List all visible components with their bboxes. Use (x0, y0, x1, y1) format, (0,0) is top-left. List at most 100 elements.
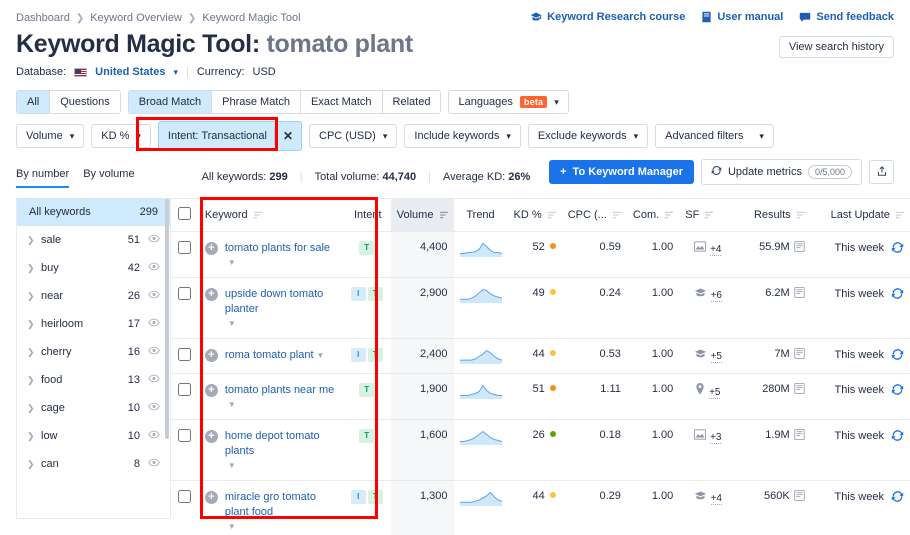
sf-more-count[interactable]: +5 (709, 387, 721, 399)
column-header-cpc[interactable]: CPC (... (561, 198, 627, 232)
breadcrumb-item-dashboard[interactable]: Dashboard (16, 12, 70, 24)
volume-filter-dropdown[interactable]: Volume ▾ (16, 124, 85, 148)
intent-badge-t[interactable]: T (359, 429, 375, 443)
serp-document-icon[interactable] (794, 348, 805, 362)
remove-intent-filter-icon[interactable]: ✕ (273, 127, 301, 145)
column-header-keyword[interactable]: Keyword (198, 198, 345, 232)
view-search-history-button[interactable]: View search history (778, 36, 894, 58)
to-keyword-manager-button[interactable]: + To Keyword Manager (549, 160, 694, 184)
sidebar-item-sale[interactable]: ❯ sale 51 (17, 226, 170, 254)
user-manual-link[interactable]: User manual (701, 11, 783, 23)
kd-filter-dropdown[interactable]: KD % ▾ (91, 124, 151, 148)
update-metrics-button[interactable]: Update metrics 0/5,000 (700, 159, 862, 185)
eye-icon[interactable] (148, 430, 160, 442)
row-checkbox[interactable] (178, 383, 192, 396)
chevron-down-icon[interactable]: ▼ (228, 400, 236, 409)
add-keyword-icon[interactable]: + (204, 384, 218, 397)
select-all-checkbox[interactable] (178, 207, 192, 220)
eye-icon[interactable] (148, 290, 160, 302)
include-keywords-dropdown[interactable]: Include keywords ▾ (404, 124, 521, 148)
refresh-icon[interactable] (891, 430, 904, 445)
serp-document-icon[interactable] (794, 429, 805, 443)
chevron-down-icon[interactable]: ▼ (228, 522, 236, 531)
tab-by-volume[interactable]: By volume (83, 168, 134, 188)
column-header-results[interactable]: Results (736, 198, 811, 232)
database-selector[interactable]: United States (95, 66, 165, 78)
sf-more-count[interactable]: +3 (710, 432, 722, 444)
intent-badge-t[interactable]: T (359, 383, 375, 397)
column-header-last-update[interactable]: Last Update (810, 198, 910, 232)
send-feedback-link[interactable]: Send feedback (799, 11, 894, 23)
sf-more-count[interactable]: +5 (710, 351, 722, 363)
chevron-down-icon[interactable]: ▼ (228, 258, 236, 267)
refresh-icon[interactable] (891, 384, 904, 399)
intent-filter-chip[interactable]: Intent: Transactional ✕ (157, 121, 303, 151)
tab-by-number[interactable]: By number (16, 168, 70, 188)
table-row[interactable]: + tomato plants near me ▼ T 1,900 51 1.11 1.00 +… (171, 373, 910, 420)
add-keyword-icon[interactable]: + (204, 430, 218, 443)
eye-icon[interactable] (148, 262, 160, 274)
table-row[interactable]: + miracle gro tomato plant food▼ I T 1,300 44… (171, 480, 910, 535)
intent-badge-t[interactable]: T (367, 348, 383, 362)
sidebar-item-cage[interactable]: ❯ cage 10 (17, 394, 170, 422)
breadcrumb-item-keyword-magic-tool[interactable]: Keyword Magic Tool (202, 12, 300, 24)
refresh-icon[interactable] (891, 242, 904, 257)
keyword-link[interactable]: miracle gro tomato plant food (225, 490, 339, 520)
chevron-down-icon[interactable]: ▼ (228, 461, 236, 470)
intent-badge-i[interactable]: I (350, 348, 366, 362)
eye-icon[interactable] (148, 458, 160, 470)
sidebar-item-heirloom[interactable]: ❯ heirloom 17 (17, 310, 170, 338)
chevron-down-icon[interactable]: ▼ (317, 351, 325, 360)
keyword-link[interactable]: home depot tomato plants (225, 429, 339, 459)
refresh-icon[interactable] (891, 491, 904, 506)
export-button[interactable] (869, 160, 894, 184)
table-row[interactable]: + upside down tomato planter▼ I T 2,900 49 0.2… (171, 277, 910, 339)
sf-more-count[interactable]: +6 (710, 290, 722, 302)
serp-document-icon[interactable] (794, 287, 805, 301)
breadcrumb-item-keyword-overview[interactable]: Keyword Overview (90, 12, 182, 24)
filter-exact-match[interactable]: Exact Match (301, 91, 383, 113)
refresh-icon[interactable] (891, 349, 904, 364)
chevron-down-icon[interactable]: ▾ (173, 67, 178, 78)
sidebar-scrollbar[interactable] (165, 199, 169, 439)
keyword-link[interactable]: tomato plants for sale (225, 241, 330, 256)
add-keyword-icon[interactable]: + (204, 242, 218, 255)
sidebar-item-near[interactable]: ❯ near 26 (17, 282, 170, 310)
sidebar-item-can[interactable]: ❯ can 8 (17, 450, 170, 478)
row-checkbox[interactable] (178, 490, 192, 503)
intent-badge-i[interactable]: I (350, 287, 366, 301)
column-header-sf[interactable]: SF (679, 198, 737, 232)
filter-questions[interactable]: Questions (50, 91, 120, 113)
table-row[interactable]: + home depot tomato plants▼ T 1,600 26 0.18 1.… (171, 419, 910, 481)
table-row[interactable]: + roma tomato plant ▼ I T 2,400 44 0.53 1.00 +5 7M… (171, 338, 910, 374)
serp-document-icon[interactable] (794, 241, 805, 255)
row-checkbox[interactable] (178, 429, 192, 442)
intent-badge-t[interactable]: T (367, 490, 383, 504)
sidebar-item-low[interactable]: ❯ low 10 (17, 422, 170, 450)
eye-icon[interactable] (148, 234, 160, 246)
intent-badge-i[interactable]: I (350, 490, 366, 504)
advanced-filters-dropdown[interactable]: Advanced filters ▾ (655, 124, 774, 148)
sidebar-item-food[interactable]: ❯ food 13 (17, 366, 170, 394)
row-checkbox[interactable] (178, 241, 192, 254)
eye-icon[interactable] (148, 346, 160, 358)
filter-broad-match[interactable]: Broad Match (128, 91, 213, 113)
serp-document-icon[interactable] (794, 490, 805, 504)
languages-dropdown[interactable]: Languages beta ▾ (448, 90, 569, 114)
column-header-kd[interactable]: KD % (507, 198, 562, 232)
eye-icon[interactable] (148, 402, 160, 414)
sidebar-item-buy[interactable]: ❯ buy 42 (17, 254, 170, 282)
chevron-down-icon[interactable]: ▼ (228, 319, 236, 328)
row-checkbox[interactable] (178, 287, 192, 300)
row-checkbox[interactable] (178, 348, 192, 361)
keyword-link[interactable]: tomato plants near me (225, 383, 334, 398)
keyword-research-course-link[interactable]: Keyword Research course (530, 11, 685, 23)
filter-all[interactable]: All (17, 91, 51, 113)
sf-more-count[interactable]: +4 (710, 493, 722, 505)
intent-badge-t[interactable]: T (367, 287, 383, 301)
sf-more-count[interactable]: +4 (710, 244, 722, 256)
table-row[interactable]: + tomato plants for sale ▼ T 4,400 52 0.59 1.00… (171, 231, 910, 278)
eye-icon[interactable] (148, 318, 160, 330)
sidebar-item-cherry[interactable]: ❯ cherry 16 (17, 338, 170, 366)
eye-icon[interactable] (148, 374, 160, 386)
